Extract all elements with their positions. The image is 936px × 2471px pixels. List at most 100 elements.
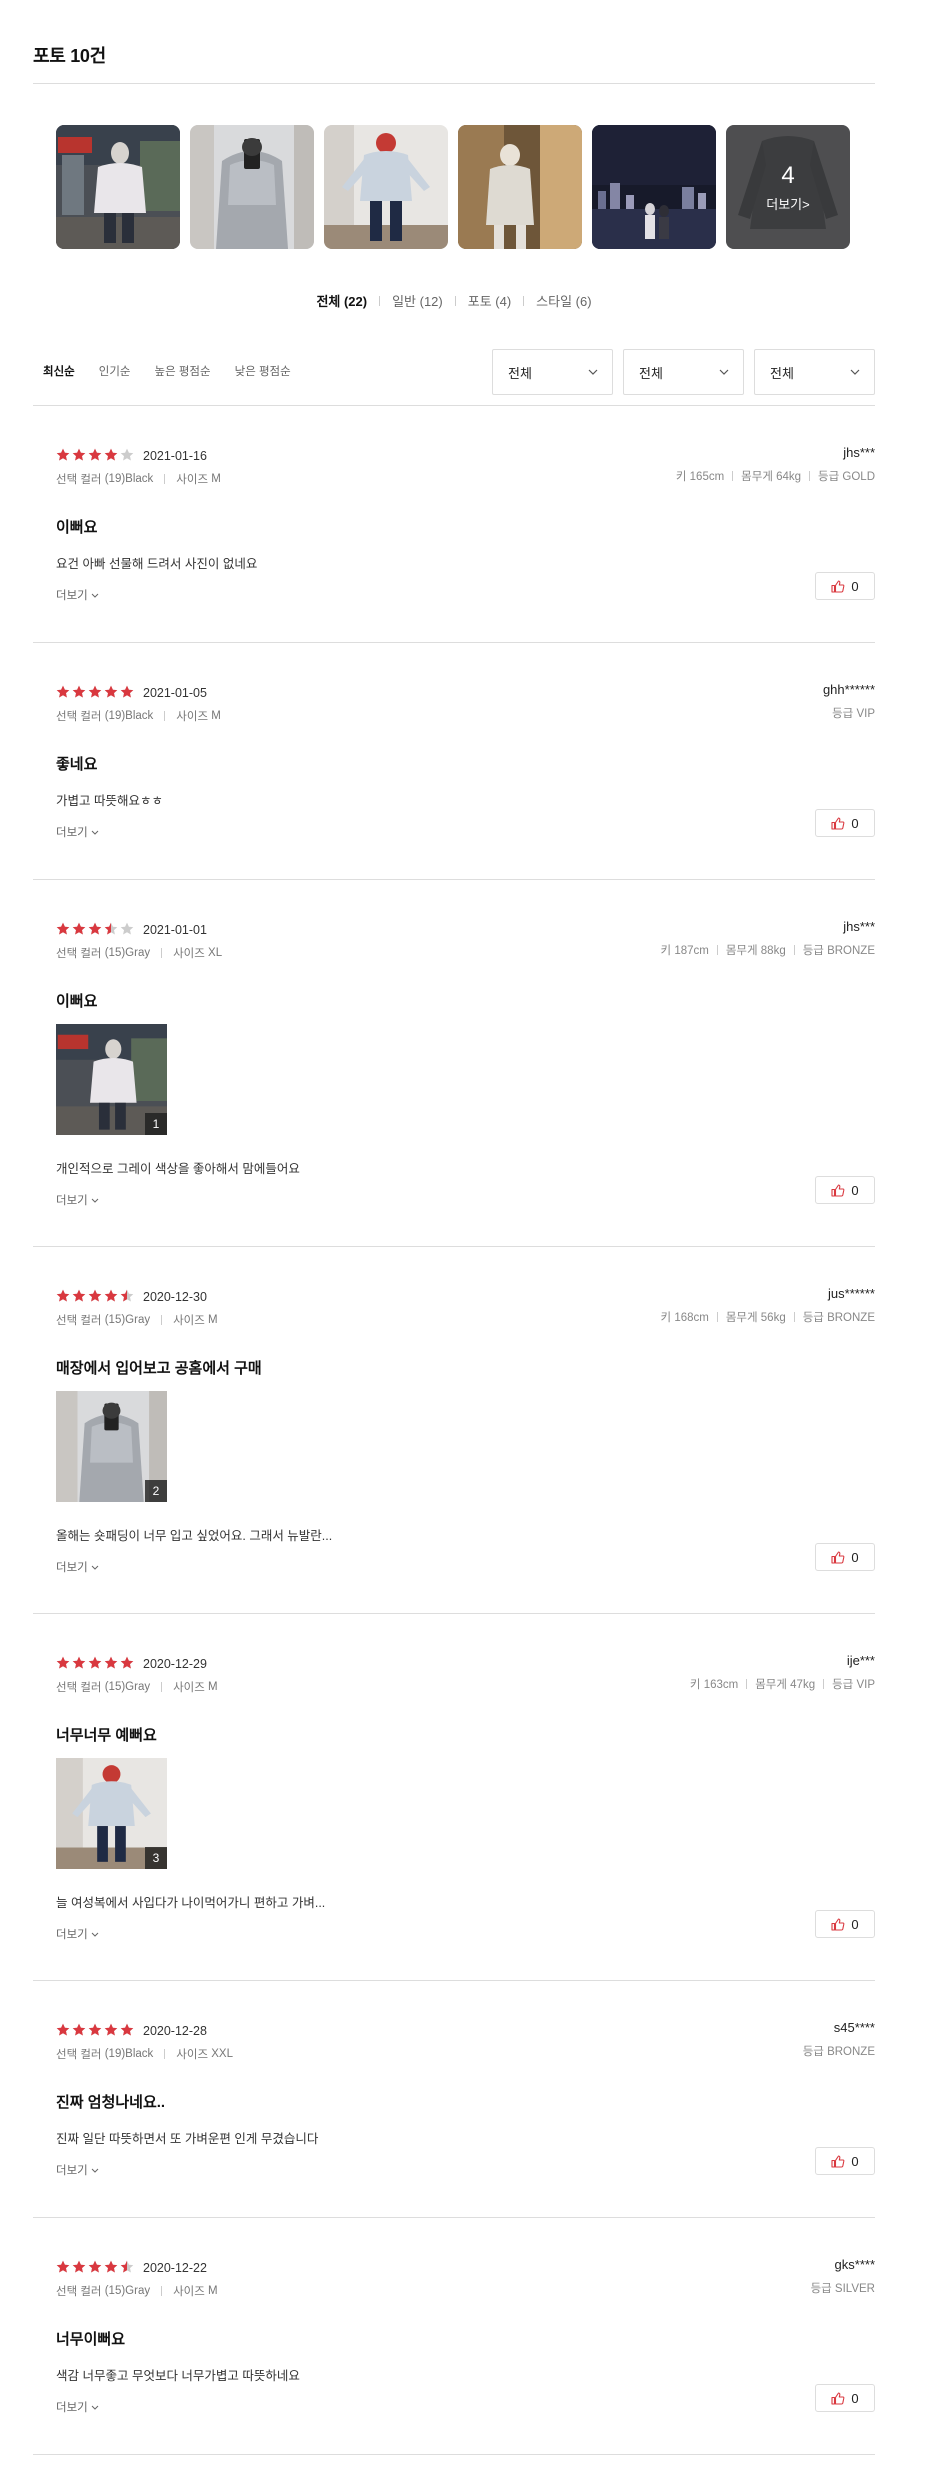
size-value: M	[211, 710, 221, 722]
review-divider	[33, 1246, 875, 1247]
review-photo[interactable]: 1	[56, 1024, 167, 1135]
star-icon	[56, 922, 70, 935]
reviewer-id: s45****	[833, 2020, 875, 2035]
photo-thumbnail-more[interactable]: 4 더보기>	[726, 125, 850, 249]
reviewer-id: ije***	[846, 1653, 875, 1668]
tab-all[interactable]: 전체 (22)	[316, 291, 367, 310]
reviewer-grade: 등급 SILVER	[810, 2283, 875, 2295]
reviewer-meta: 등급 BRONZE	[803, 2043, 875, 2059]
read-more-button[interactable]: 더보기	[56, 2162, 99, 2178]
star-icon	[120, 2023, 134, 2036]
sort-low-rating[interactable]: 낮은 평점순	[235, 363, 291, 379]
tab-style[interactable]: 스타일 (6)	[536, 291, 591, 310]
read-more-button[interactable]: 더보기	[56, 1559, 99, 1575]
like-button[interactable]: 0	[815, 2384, 875, 2412]
read-more-button[interactable]: 더보기	[56, 1926, 99, 1942]
review-photo[interactable]: 2	[56, 1391, 167, 1502]
sort-latest[interactable]: 최신순	[43, 363, 75, 379]
like-count: 0	[851, 1916, 859, 1932]
star-icon	[56, 448, 70, 461]
sort-popular[interactable]: 인기순	[99, 363, 131, 379]
chevron-down-icon	[91, 1198, 99, 1203]
review-date: 2021-01-16	[143, 449, 207, 463]
like-button[interactable]: 0	[815, 809, 875, 837]
like-count: 0	[851, 1549, 859, 1565]
sort-high-rating[interactable]: 높은 평점순	[155, 363, 211, 379]
like-count: 0	[851, 815, 859, 831]
filter-dropdown-3[interactable]: 전체	[754, 349, 875, 395]
sort-options: 최신순 인기순 높은 평점순 낮은 평점순	[43, 363, 291, 379]
review-body: 요건 아빠 선물해 드려서 사진이 없네요	[56, 557, 258, 571]
like-button[interactable]: 0	[815, 2147, 875, 2175]
reviewer-meta: 키 187cm 몸무게 88kg 등급 BRONZE	[661, 942, 875, 958]
review-title: 이뻐요	[56, 993, 98, 1010]
star-icon	[72, 685, 86, 698]
like-button[interactable]: 0	[815, 572, 875, 600]
read-more-label: 더보기	[56, 1562, 88, 1574]
photo-thumbnail[interactable]	[458, 125, 582, 249]
star-icon	[88, 2260, 102, 2273]
reviewer-weight: 몸무게 56kg	[725, 1312, 786, 1324]
color-label: 선택 컬러	[56, 2286, 102, 2298]
star-rating	[56, 685, 134, 698]
review-divider	[33, 1980, 875, 1981]
size-value: M	[208, 2285, 218, 2297]
thumbs-up-icon	[831, 1550, 845, 1564]
review-item: 2021-01-01 선택 컬러 (15)Gray 사이즈 XL jhs*** …	[33, 919, 875, 1247]
star-icon	[72, 2260, 86, 2273]
tab-photo[interactable]: 포토 (4)	[468, 291, 511, 310]
reviewer-height: 키 165cm	[675, 471, 725, 483]
star-icon	[104, 685, 118, 698]
like-button[interactable]: 0	[815, 1543, 875, 1571]
photo-thumbnail-strip: 4 더보기>	[56, 125, 850, 249]
review-title: 진짜 엄청나네요..	[56, 2094, 166, 2111]
reviewer-grade: 등급 BRONZE	[802, 945, 875, 957]
review-photo[interactable]: 3	[56, 1758, 167, 1869]
review-item: 2020-12-29 선택 컬러 (15)Gray 사이즈 M ije*** 키…	[33, 1653, 875, 1981]
star-icon	[56, 2023, 70, 2036]
read-more-label: 더보기	[56, 590, 88, 602]
read-more-button[interactable]: 더보기	[56, 824, 99, 840]
review-body: 색감 너무좋고 무엇보다 너무가볍고 따뜻하네요	[56, 2369, 300, 2383]
like-button[interactable]: 0	[815, 1910, 875, 1938]
tab-general[interactable]: 일반 (12)	[392, 291, 443, 310]
color-value: (15)Gray	[104, 1314, 151, 1326]
photo-thumbnail[interactable]	[56, 125, 180, 249]
review-body: 늘 여성복에서 사입다가 나이먹어가니 편하고 가벼...	[56, 1896, 326, 1910]
photo-thumbnail[interactable]	[592, 125, 716, 249]
chevron-down-icon	[91, 1932, 99, 1937]
star-icon	[56, 1656, 70, 1669]
star-icon	[104, 2260, 118, 2273]
review-title: 이뻐요	[56, 519, 98, 536]
color-label: 선택 컬러	[56, 1315, 102, 1327]
photo-mirror-selfie-doorway-icon	[458, 125, 582, 249]
review-title: 좋네요	[56, 756, 98, 773]
photo-index-badge: 1	[145, 1113, 167, 1135]
reviewer-meta: 키 168cm 몸무게 56kg 등급 BRONZE	[661, 1309, 875, 1325]
filter-dropdown-1[interactable]: 전체	[492, 349, 613, 395]
review-body: 가볍고 따뜻해요ㅎㅎ	[56, 794, 163, 808]
review-options: 선택 컬러 (15)Gray 사이즈 M	[56, 2283, 218, 2299]
like-button[interactable]: 0	[815, 1176, 875, 1204]
review-item: 2021-01-16 선택 컬러 (19)Black 사이즈 M jhs*** …	[33, 445, 875, 643]
star-rating	[56, 2260, 134, 2273]
star-icon	[88, 1656, 102, 1669]
size-value: XXL	[211, 2048, 233, 2060]
read-more-button[interactable]: 더보기	[56, 1192, 99, 1208]
reviewer-id: jus******	[828, 1286, 875, 1301]
photo-thumbnail[interactable]	[324, 125, 448, 249]
read-more-button[interactable]: 더보기	[56, 2399, 99, 2415]
reviewer-weight: 몸무게 88kg	[725, 945, 786, 957]
star-icon	[88, 1289, 102, 1302]
filter-dropdown-2[interactable]: 전체	[623, 349, 744, 395]
review-date: 2020-12-30	[143, 1290, 207, 1304]
heading-divider	[33, 83, 875, 84]
read-more-button[interactable]: 더보기	[56, 587, 99, 603]
photo-thumbnail[interactable]	[190, 125, 314, 249]
review-divider	[33, 879, 875, 880]
star-rating	[56, 2023, 134, 2036]
size-label: 사이즈	[173, 948, 205, 960]
star-icon	[56, 1289, 70, 1302]
review-item: 2020-12-30 선택 컬러 (15)Gray 사이즈 M jus*****…	[33, 1286, 875, 1614]
review-options: 선택 컬러 (15)Gray 사이즈 XL	[56, 945, 222, 961]
